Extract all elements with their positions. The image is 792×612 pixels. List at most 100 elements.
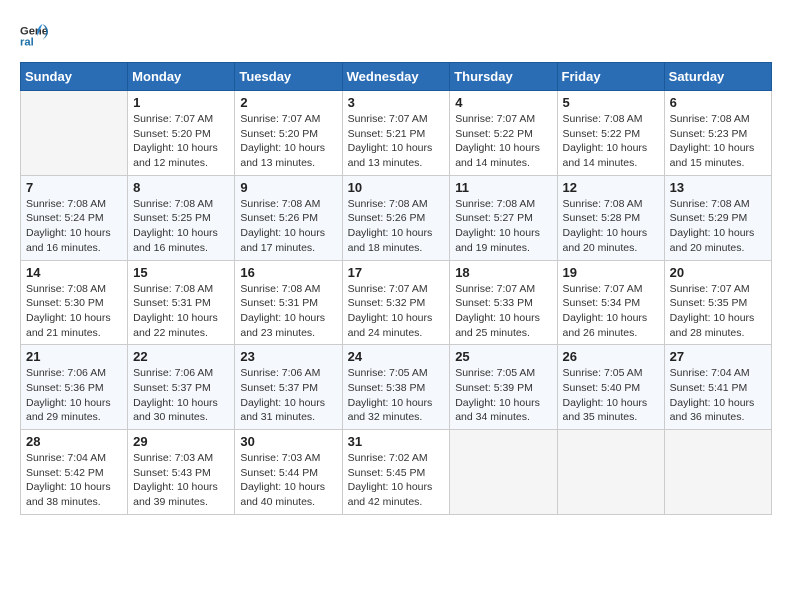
calendar-cell: 31 Sunrise: 7:02 AM Sunset: 5:45 PM Dayl… <box>342 430 450 515</box>
day-number: 25 <box>455 349 551 364</box>
sunrise-label: Sunrise: 7:07 AM <box>563 283 643 295</box>
day-info: Sunrise: 7:05 AM Sunset: 5:40 PM Dayligh… <box>563 366 659 425</box>
sunrise-label: Sunrise: 7:03 AM <box>240 452 320 464</box>
calendar-cell: 11 Sunrise: 7:08 AM Sunset: 5:27 PM Dayl… <box>450 175 557 260</box>
day-number: 26 <box>563 349 659 364</box>
sunrise-label: Sunrise: 7:08 AM <box>455 198 535 210</box>
calendar-cell: 27 Sunrise: 7:04 AM Sunset: 5:41 PM Dayl… <box>664 345 771 430</box>
calendar-cell: 10 Sunrise: 7:08 AM Sunset: 5:26 PM Dayl… <box>342 175 450 260</box>
sunset-label: Sunset: 5:37 PM <box>133 382 211 394</box>
sunset-label: Sunset: 5:28 PM <box>563 212 641 224</box>
sunrise-label: Sunrise: 7:08 AM <box>670 198 750 210</box>
sunrise-label: Sunrise: 7:08 AM <box>240 283 320 295</box>
calendar-week-2: 7 Sunrise: 7:08 AM Sunset: 5:24 PM Dayli… <box>21 175 772 260</box>
sunrise-label: Sunrise: 7:04 AM <box>670 367 750 379</box>
day-number: 31 <box>348 434 445 449</box>
sunrise-label: Sunrise: 7:06 AM <box>133 367 213 379</box>
sunrise-label: Sunrise: 7:08 AM <box>563 198 643 210</box>
day-info: Sunrise: 7:06 AM Sunset: 5:36 PM Dayligh… <box>26 366 122 425</box>
daylight-label: Daylight: 10 hours and 32 minutes. <box>348 397 433 424</box>
daylight-label: Daylight: 10 hours and 31 minutes. <box>240 397 325 424</box>
sunrise-label: Sunrise: 7:05 AM <box>563 367 643 379</box>
calendar-cell: 30 Sunrise: 7:03 AM Sunset: 5:44 PM Dayl… <box>235 430 342 515</box>
sunset-label: Sunset: 5:34 PM <box>563 297 641 309</box>
sunset-label: Sunset: 5:25 PM <box>133 212 211 224</box>
daylight-label: Daylight: 10 hours and 40 minutes. <box>240 481 325 508</box>
calendar-cell: 28 Sunrise: 7:04 AM Sunset: 5:42 PM Dayl… <box>21 430 128 515</box>
sunset-label: Sunset: 5:41 PM <box>670 382 748 394</box>
calendar-cell: 15 Sunrise: 7:08 AM Sunset: 5:31 PM Dayl… <box>128 260 235 345</box>
day-info: Sunrise: 7:08 AM Sunset: 5:29 PM Dayligh… <box>670 197 766 256</box>
sunset-label: Sunset: 5:36 PM <box>26 382 104 394</box>
sunrise-label: Sunrise: 7:06 AM <box>240 367 320 379</box>
sunset-label: Sunset: 5:37 PM <box>240 382 318 394</box>
day-number: 28 <box>26 434 122 449</box>
daylight-label: Daylight: 10 hours and 36 minutes. <box>670 397 755 424</box>
calendar-cell <box>557 430 664 515</box>
svg-text:Gene: Gene <box>20 25 48 37</box>
sunrise-label: Sunrise: 7:08 AM <box>670 113 750 125</box>
day-number: 12 <box>563 180 659 195</box>
day-info: Sunrise: 7:04 AM Sunset: 5:41 PM Dayligh… <box>670 366 766 425</box>
day-number: 22 <box>133 349 229 364</box>
sunrise-label: Sunrise: 7:08 AM <box>26 198 106 210</box>
calendar-cell <box>664 430 771 515</box>
calendar-cell: 1 Sunrise: 7:07 AM Sunset: 5:20 PM Dayli… <box>128 91 235 176</box>
sunset-label: Sunset: 5:26 PM <box>348 212 426 224</box>
daylight-label: Daylight: 10 hours and 39 minutes. <box>133 481 218 508</box>
daylight-label: Daylight: 10 hours and 23 minutes. <box>240 312 325 339</box>
day-number: 9 <box>240 180 336 195</box>
calendar-cell: 18 Sunrise: 7:07 AM Sunset: 5:33 PM Dayl… <box>450 260 557 345</box>
sunrise-label: Sunrise: 7:08 AM <box>26 283 106 295</box>
day-number: 1 <box>133 95 229 110</box>
day-info: Sunrise: 7:07 AM Sunset: 5:33 PM Dayligh… <box>455 282 551 341</box>
weekday-header-wednesday: Wednesday <box>342 63 450 91</box>
calendar-cell: 25 Sunrise: 7:05 AM Sunset: 5:39 PM Dayl… <box>450 345 557 430</box>
sunset-label: Sunset: 5:30 PM <box>26 297 104 309</box>
day-number: 15 <box>133 265 229 280</box>
sunset-label: Sunset: 5:31 PM <box>133 297 211 309</box>
day-info: Sunrise: 7:03 AM Sunset: 5:43 PM Dayligh… <box>133 451 229 510</box>
sunrise-label: Sunrise: 7:05 AM <box>348 367 428 379</box>
daylight-label: Daylight: 10 hours and 26 minutes. <box>563 312 648 339</box>
logo: Gene ral <box>20 20 58 52</box>
day-info: Sunrise: 7:03 AM Sunset: 5:44 PM Dayligh… <box>240 451 336 510</box>
calendar-cell: 22 Sunrise: 7:06 AM Sunset: 5:37 PM Dayl… <box>128 345 235 430</box>
day-number: 20 <box>670 265 766 280</box>
daylight-label: Daylight: 10 hours and 14 minutes. <box>455 142 540 169</box>
sunrise-label: Sunrise: 7:08 AM <box>240 198 320 210</box>
calendar-week-5: 28 Sunrise: 7:04 AM Sunset: 5:42 PM Dayl… <box>21 430 772 515</box>
sunset-label: Sunset: 5:43 PM <box>133 467 211 479</box>
day-info: Sunrise: 7:08 AM Sunset: 5:24 PM Dayligh… <box>26 197 122 256</box>
sunrise-label: Sunrise: 7:08 AM <box>133 198 213 210</box>
day-number: 11 <box>455 180 551 195</box>
sunset-label: Sunset: 5:29 PM <box>670 212 748 224</box>
sunset-label: Sunset: 5:27 PM <box>455 212 533 224</box>
calendar-cell: 8 Sunrise: 7:08 AM Sunset: 5:25 PM Dayli… <box>128 175 235 260</box>
sunrise-label: Sunrise: 7:07 AM <box>455 283 535 295</box>
day-info: Sunrise: 7:08 AM Sunset: 5:31 PM Dayligh… <box>240 282 336 341</box>
day-number: 16 <box>240 265 336 280</box>
day-info: Sunrise: 7:08 AM Sunset: 5:27 PM Dayligh… <box>455 197 551 256</box>
weekday-header-thursday: Thursday <box>450 63 557 91</box>
day-info: Sunrise: 7:05 AM Sunset: 5:39 PM Dayligh… <box>455 366 551 425</box>
sunrise-label: Sunrise: 7:07 AM <box>670 283 750 295</box>
day-info: Sunrise: 7:07 AM Sunset: 5:32 PM Dayligh… <box>348 282 445 341</box>
day-number: 21 <box>26 349 122 364</box>
weekday-row: SundayMondayTuesdayWednesdayThursdayFrid… <box>21 63 772 91</box>
day-number: 3 <box>348 95 445 110</box>
calendar-cell: 16 Sunrise: 7:08 AM Sunset: 5:31 PM Dayl… <box>235 260 342 345</box>
calendar-cell: 14 Sunrise: 7:08 AM Sunset: 5:30 PM Dayl… <box>21 260 128 345</box>
sunset-label: Sunset: 5:26 PM <box>240 212 318 224</box>
calendar-cell: 23 Sunrise: 7:06 AM Sunset: 5:37 PM Dayl… <box>235 345 342 430</box>
sunset-label: Sunset: 5:23 PM <box>670 128 748 140</box>
day-info: Sunrise: 7:07 AM Sunset: 5:20 PM Dayligh… <box>133 112 229 171</box>
day-info: Sunrise: 7:02 AM Sunset: 5:45 PM Dayligh… <box>348 451 445 510</box>
day-info: Sunrise: 7:08 AM Sunset: 5:26 PM Dayligh… <box>240 197 336 256</box>
calendar-cell: 21 Sunrise: 7:06 AM Sunset: 5:36 PM Dayl… <box>21 345 128 430</box>
sunrise-label: Sunrise: 7:07 AM <box>240 113 320 125</box>
calendar-cell: 3 Sunrise: 7:07 AM Sunset: 5:21 PM Dayli… <box>342 91 450 176</box>
day-info: Sunrise: 7:08 AM Sunset: 5:25 PM Dayligh… <box>133 197 229 256</box>
daylight-label: Daylight: 10 hours and 25 minutes. <box>455 312 540 339</box>
page-header: Gene ral <box>20 20 772 52</box>
